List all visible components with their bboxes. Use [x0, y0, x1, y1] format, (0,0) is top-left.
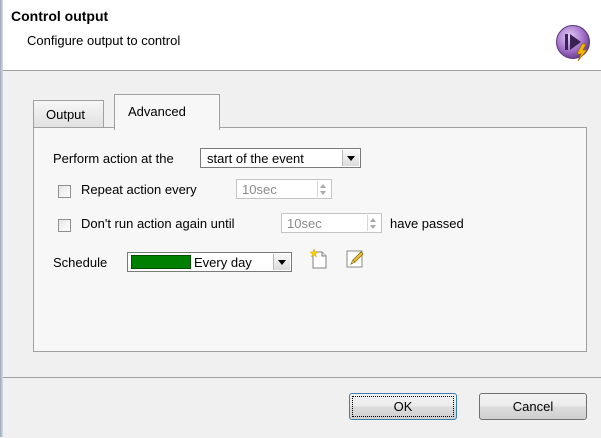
edit-pencil-icon[interactable] — [345, 249, 365, 269]
dont-run-checkbox[interactable] — [58, 219, 71, 232]
have-passed-label: have passed — [390, 216, 464, 231]
dialog-title: Control output — [11, 8, 109, 24]
schedule-select[interactable]: Every day — [127, 252, 292, 272]
new-document-icon[interactable] — [309, 248, 329, 270]
dialog-body: Output Advanced Perform action at the st… — [3, 71, 601, 377]
perform-action-value: start of the event — [207, 151, 304, 166]
tab-advanced[interactable]: Advanced — [114, 94, 220, 130]
repeat-action-label: Repeat action every — [81, 182, 197, 197]
chevron-down-icon[interactable] — [342, 150, 359, 166]
dont-run-interval-value: 10sec — [287, 216, 322, 231]
perform-action-label: Perform action at the — [53, 151, 174, 166]
perform-action-select[interactable]: start of the event — [200, 148, 361, 168]
repeat-action-checkbox[interactable] — [58, 185, 71, 198]
chevron-down-icon[interactable] — [273, 254, 290, 270]
dialog-footer: OK Cancel — [3, 377, 601, 438]
tab-output-label: Output — [46, 107, 86, 122]
spinner-arrows-icon[interactable] — [317, 181, 330, 197]
advanced-panel: Perform action at the start of the event… — [33, 127, 587, 352]
spinner-arrows-icon[interactable] — [367, 215, 380, 231]
repeat-interval-spinner[interactable]: 10sec — [236, 179, 332, 199]
schedule-value: Every day — [194, 255, 252, 270]
ok-button[interactable]: OK — [349, 393, 457, 420]
repeat-interval-value: 10sec — [242, 182, 277, 197]
dont-run-label: Don't run action again until — [81, 216, 235, 231]
tab-output[interactable]: Output — [33, 100, 104, 128]
dialog-subtitle: Configure output to control — [27, 33, 181, 48]
tab-advanced-label: Advanced — [128, 104, 186, 119]
dont-run-interval-spinner[interactable]: 10sec — [281, 213, 382, 233]
dialog-header: Control output Configure output to contr… — [3, 0, 601, 71]
schedule-color-swatch — [131, 255, 191, 269]
cancel-button[interactable]: Cancel — [479, 393, 587, 420]
control-output-icon — [556, 25, 590, 62]
schedule-label: Schedule — [53, 255, 108, 270]
